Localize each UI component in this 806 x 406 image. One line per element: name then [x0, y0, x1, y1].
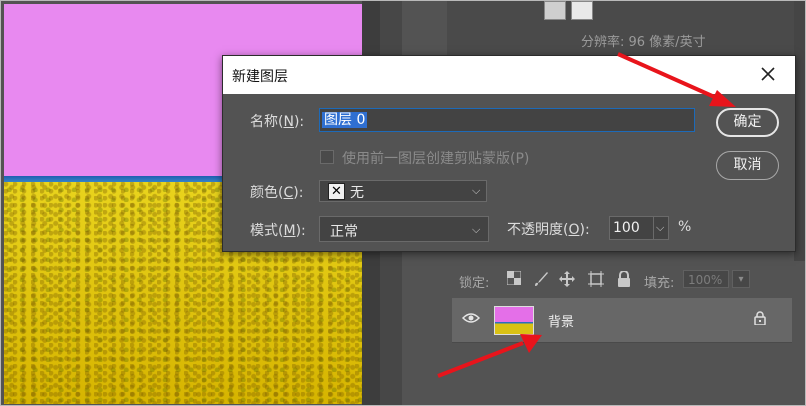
color-value: 无	[350, 185, 364, 201]
artboard-icon[interactable]	[587, 271, 604, 288]
resolution-text: 分辨率: 96 像素/英寸	[581, 35, 706, 50]
fill-label: 填充:	[644, 276, 675, 291]
layer-lock-icon	[754, 311, 766, 329]
dialog-title: 新建图层	[232, 69, 288, 85]
cancel-button[interactable]: 取消	[716, 151, 779, 180]
mode-label: 模式(M):	[250, 223, 306, 239]
clipping-mask-checkbox[interactable]	[320, 150, 334, 164]
layer-row-background[interactable]: 背景	[452, 298, 792, 342]
lock-icon[interactable]	[615, 270, 632, 288]
mode-value: 正常	[330, 224, 358, 240]
fill-dropdown-icon[interactable]: ▾	[732, 270, 750, 288]
chevron-down-icon: ⌵	[656, 221, 665, 234]
new-layer-dialog: 新建图层 名称(N): 图层 0 使用前一图层创建剪贴蒙版(P) 颜色(C): …	[222, 55, 796, 252]
brush-icon[interactable]	[532, 271, 549, 288]
transparency-lock-icon[interactable]	[505, 270, 522, 288]
layer-thumbnail	[494, 306, 534, 335]
close-icon[interactable]	[753, 60, 783, 90]
fill-input[interactable]: 100%	[683, 270, 729, 288]
name-label: 名称(N):	[250, 114, 305, 130]
color-none-icon: ✕	[328, 183, 345, 200]
lock-label: 锁定:	[459, 276, 490, 291]
landscape-icon[interactable]	[571, 1, 593, 20]
eye-icon[interactable]	[461, 311, 481, 329]
layer-name[interactable]: 背景	[548, 311, 574, 330]
layers-panel-empty-area	[452, 342, 792, 405]
percent-sign: %	[678, 219, 692, 235]
move-icon[interactable]	[558, 271, 575, 288]
layer-lock-row: 锁定: 填充: 100% ▾	[459, 268, 789, 294]
dialog-titlebar[interactable]: 新建图层	[223, 56, 795, 94]
color-select[interactable]: ✕ 无 ⌵	[319, 180, 487, 202]
chevron-down-icon: ⌵	[472, 184, 481, 197]
layer-name-input[interactable]: 图层 0	[319, 108, 695, 132]
blend-mode-select[interactable]: 正常 ⌵	[319, 216, 489, 242]
ok-button[interactable]: 确定	[716, 108, 779, 137]
opacity-value: 100	[613, 220, 640, 236]
portrait-icon[interactable]	[544, 1, 566, 20]
opacity-input[interactable]: 100	[609, 216, 655, 240]
clipping-mask-label: 使用前一图层创建剪贴蒙版(P)	[342, 151, 530, 167]
layer-name-value: 图层 0	[322, 112, 368, 128]
chevron-down-icon: ⌵	[472, 223, 481, 236]
screenshot-frame: 分辨率: 96 像素/英寸 锁定: 填充: 100% ▾ 背景 新建图层 名称(…	[0, 0, 806, 406]
opacity-dropdown[interactable]: ⌵	[653, 216, 669, 240]
color-label: 颜色(C):	[250, 185, 304, 201]
opacity-label: 不透明度(O):	[507, 222, 590, 238]
